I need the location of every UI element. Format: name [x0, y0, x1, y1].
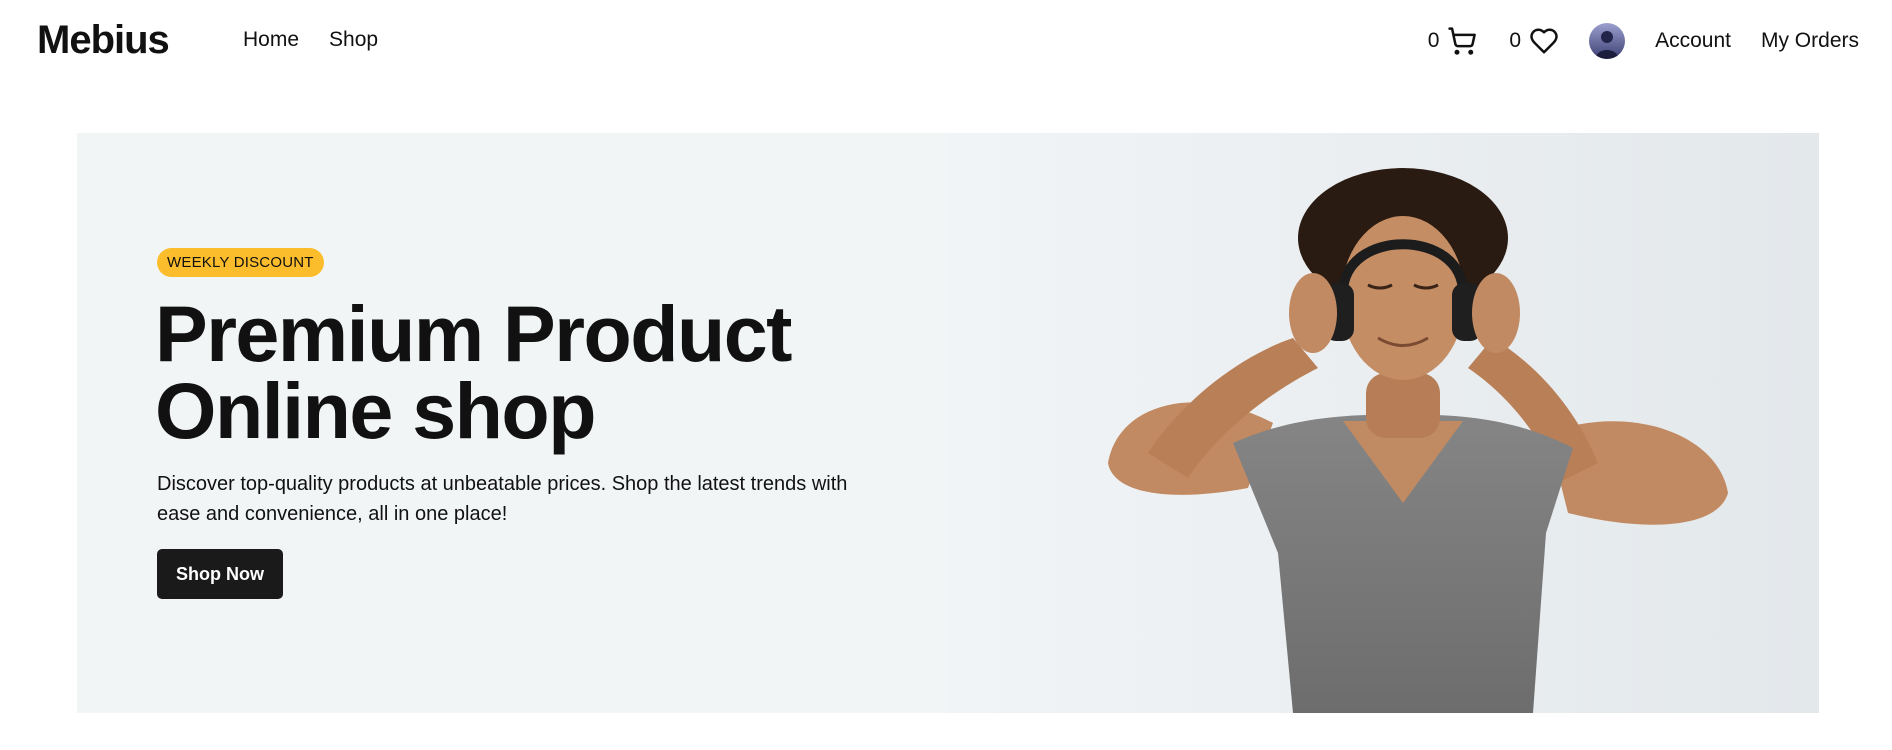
heart-icon: [1529, 26, 1559, 56]
site-header: Mebius Home Shop 0 0 Account My Orders: [0, 0, 1892, 82]
nav-link-home[interactable]: Home: [243, 28, 299, 52]
cart-count: 0: [1427, 29, 1440, 52]
header-actions: 0 0 Account My Orders: [1428, 22, 1859, 60]
cart-icon: [1447, 26, 1477, 56]
my-orders-link[interactable]: My Orders: [1761, 29, 1859, 53]
hero-title-line-1: Premium Product: [155, 289, 792, 378]
man-with-headphones-photo: [948, 133, 1819, 713]
hero-description: Discover top-quality products at unbeata…: [157, 473, 848, 525]
cart-button[interactable]: 0: [1428, 26, 1478, 56]
user-avatar[interactable]: [1589, 23, 1626, 59]
hero-title: Premium Product Online shop: [155, 294, 792, 450]
nav-link-shop[interactable]: Shop: [329, 28, 378, 52]
hero-title-line-2: Online shop: [155, 366, 596, 455]
main-nav: Home Shop: [243, 28, 378, 52]
wishlist-count: 0: [1509, 29, 1522, 52]
hero-banner: WEEKLY DISCOUNT Premium Product Online s…: [77, 133, 1819, 713]
wishlist-button[interactable]: 0: [1509, 26, 1559, 56]
brand-logo[interactable]: Mebius: [37, 18, 170, 63]
account-link[interactable]: Account: [1655, 29, 1731, 53]
shop-now-button[interactable]: Shop Now: [157, 549, 283, 599]
discount-badge: WEEKLY DISCOUNT: [157, 248, 324, 277]
